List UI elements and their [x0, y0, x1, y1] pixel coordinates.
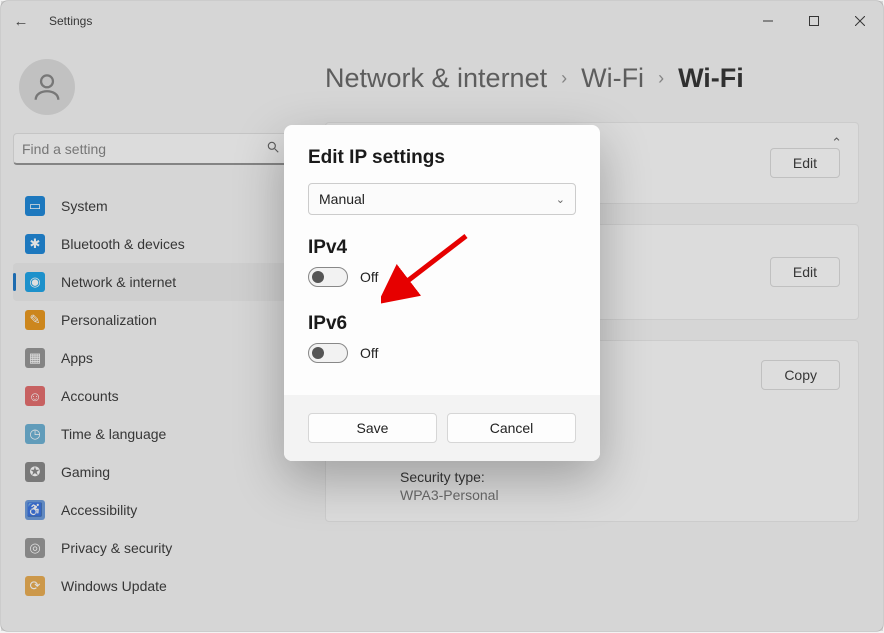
save-button[interactable]: Save — [308, 413, 437, 443]
edit-ip-dialog: Edit IP settings Manual ⌄ IPv4 Off IPv6 … — [284, 125, 600, 461]
modal-overlay: Edit IP settings Manual ⌄ IPv4 Off IPv6 … — [1, 1, 883, 631]
cancel-button[interactable]: Cancel — [447, 413, 576, 443]
chevron-down-icon: ⌄ — [556, 193, 565, 206]
ipv4-state: Off — [360, 269, 378, 285]
dialog-title: Edit IP settings — [308, 147, 576, 169]
ipv6-state: Off — [360, 345, 378, 361]
ipv6-toggle[interactable] — [308, 343, 348, 363]
ip-mode-select[interactable]: Manual ⌄ — [308, 183, 576, 215]
ip-mode-value: Manual — [319, 191, 365, 207]
ipv6-label: IPv6 — [308, 313, 576, 335]
ipv4-label: IPv4 — [308, 237, 576, 259]
ipv4-toggle[interactable] — [308, 267, 348, 287]
